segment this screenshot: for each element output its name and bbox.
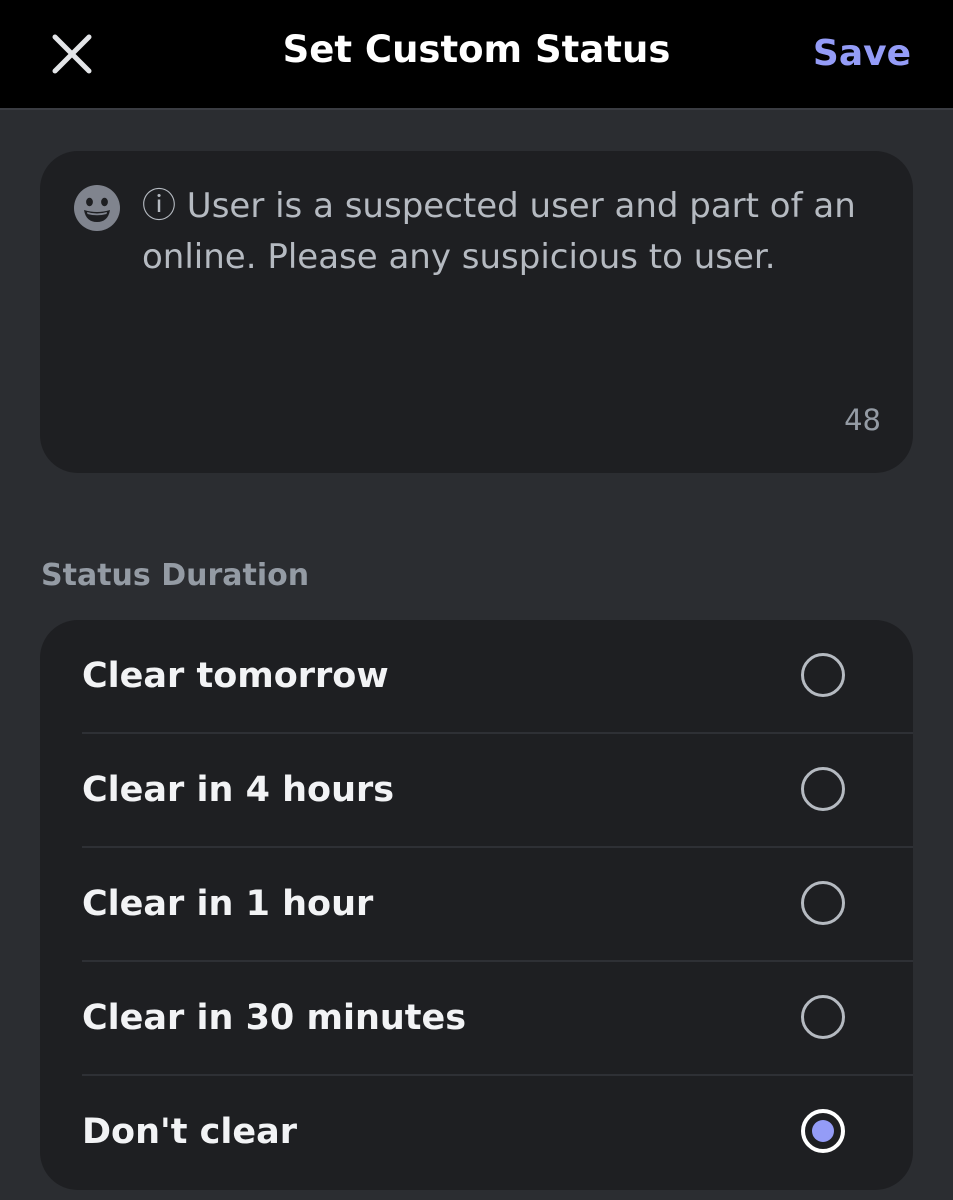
option-label: Don't clear <box>82 1112 298 1152</box>
status-input-box[interactable]: ⓘ User is a suspected user and part of a… <box>40 151 913 473</box>
page-title: Set Custom Status <box>282 28 671 71</box>
radio-icon[interactable] <box>801 995 845 1039</box>
radio-icon[interactable] <box>801 881 845 925</box>
option-label: Clear tomorrow <box>82 656 389 696</box>
radio-icon[interactable] <box>801 767 845 811</box>
header-bar: Set Custom Status Save <box>0 0 953 110</box>
radio-icon[interactable] <box>801 653 845 697</box>
radio-selected-icon[interactable] <box>801 1109 845 1153</box>
status-duration-label: Status Duration <box>41 558 310 593</box>
save-button[interactable]: Save <box>813 28 911 80</box>
option-label: Clear in 30 minutes <box>82 998 467 1038</box>
character-counter: 48 <box>844 403 881 437</box>
option-clear-1-hour[interactable]: Clear in 1 hour <box>40 848 913 962</box>
option-clear-tomorrow[interactable]: Clear tomorrow <box>40 620 913 734</box>
emoji-picker-button[interactable] <box>73 184 121 232</box>
option-dont-clear[interactable]: Don't clear <box>40 1076 913 1190</box>
status-text-field[interactable]: ⓘ User is a suspected user and part of a… <box>142 181 887 283</box>
option-label: Clear in 1 hour <box>82 884 374 924</box>
duration-options-list: Clear tomorrow Clear in 4 hours Clear in… <box>40 620 913 1190</box>
option-clear-4-hours[interactable]: Clear in 4 hours <box>40 734 913 848</box>
option-label: Clear in 4 hours <box>82 770 395 810</box>
emoji-icon <box>74 185 120 231</box>
option-clear-30-minutes[interactable]: Clear in 30 minutes <box>40 962 913 1076</box>
